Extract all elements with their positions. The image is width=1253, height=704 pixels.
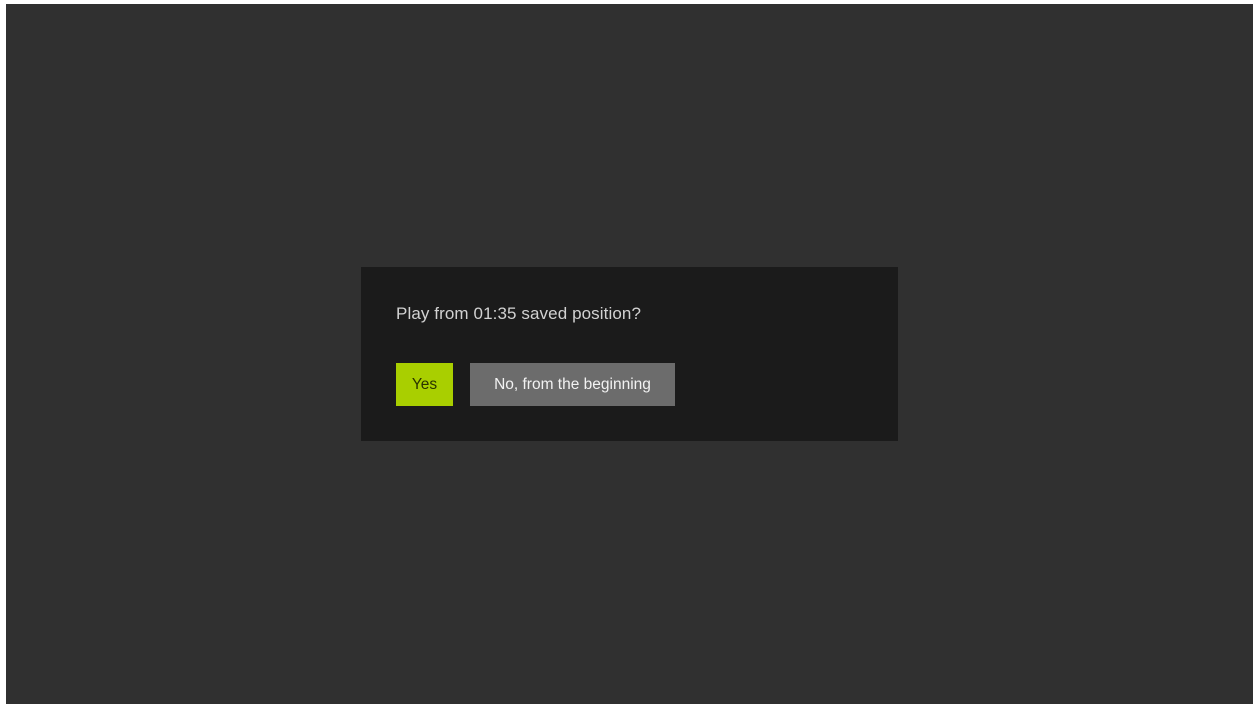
dialog-prompt: Play from 01:35 saved position? (396, 304, 642, 323)
start-from-beginning-button[interactable]: No, from the beginning (470, 363, 675, 406)
player-screen: Play from 01:35 saved position? Yes No, … (6, 4, 1253, 704)
dialog-buttons: Yes No, from the beginning (396, 363, 675, 406)
resume-playback-dialog: Play from 01:35 saved position? Yes No, … (361, 267, 898, 441)
yes-button[interactable]: Yes (396, 363, 453, 406)
